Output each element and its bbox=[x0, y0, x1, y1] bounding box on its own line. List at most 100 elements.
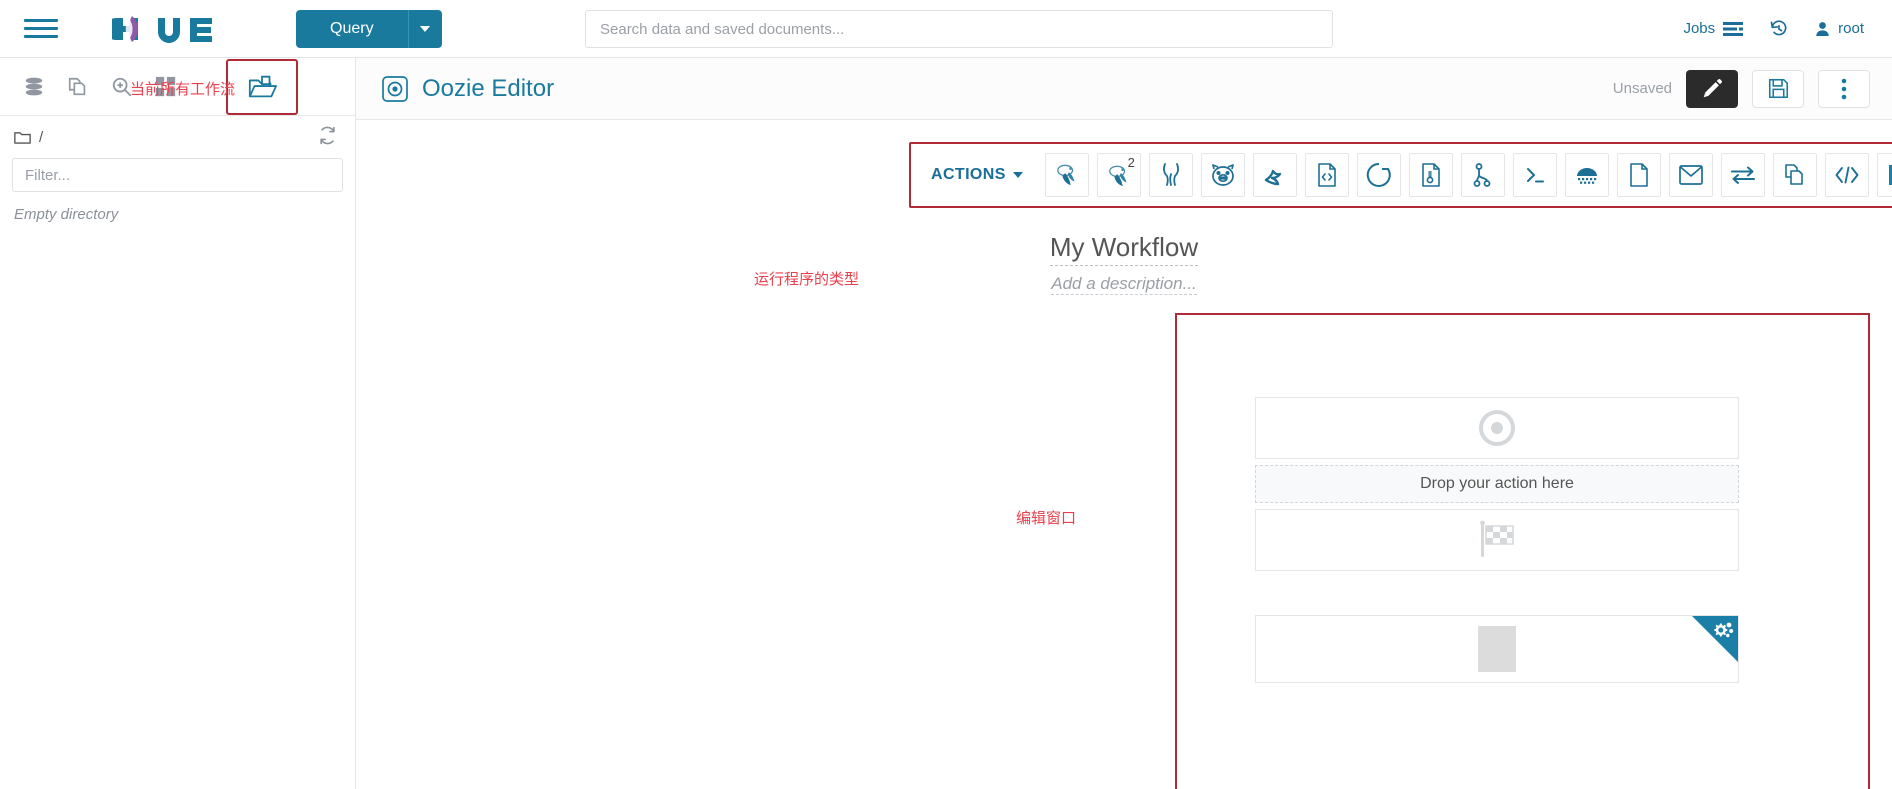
user-icon bbox=[1816, 21, 1829, 36]
action-hive[interactable] bbox=[1044, 153, 1089, 197]
kill-node[interactable] bbox=[1255, 615, 1739, 683]
editor-header-actions: Unsaved bbox=[1612, 69, 1870, 108]
search-input[interactable] bbox=[585, 10, 1333, 48]
drop-zone[interactable]: Drop your action here bbox=[1255, 465, 1739, 503]
open-folder-icon bbox=[248, 75, 277, 97]
gears-icon bbox=[1712, 621, 1734, 646]
checkered-flag-icon bbox=[1480, 520, 1514, 557]
copy-docs-icon bbox=[1785, 164, 1803, 185]
folder-icon bbox=[14, 131, 31, 144]
action-email[interactable] bbox=[1668, 153, 1713, 197]
breadcrumb: / bbox=[0, 116, 355, 158]
sidebar-item-files[interactable] bbox=[226, 58, 298, 115]
start-node[interactable] bbox=[1255, 397, 1739, 459]
stop-square-icon bbox=[1888, 165, 1892, 185]
save-button[interactable] bbox=[1752, 69, 1804, 108]
actions-annotation: 运行程序的类型 bbox=[754, 271, 860, 288]
documents-icon bbox=[68, 77, 86, 95]
action-generic[interactable] bbox=[1824, 153, 1869, 197]
drop-zone-text: Drop your action here bbox=[1420, 475, 1574, 492]
action-sqoop[interactable] bbox=[1356, 153, 1401, 197]
action-pig[interactable] bbox=[1200, 153, 1245, 197]
hue-logo[interactable] bbox=[112, 12, 224, 46]
impala-icon bbox=[1162, 163, 1179, 186]
refresh-icon[interactable] bbox=[318, 126, 337, 149]
workflow-description[interactable]: Add a description... bbox=[1051, 274, 1197, 295]
jobs-label: Jobs bbox=[1683, 20, 1716, 37]
chevron-down-icon bbox=[420, 25, 431, 32]
transfer-icon bbox=[1730, 166, 1755, 184]
breadcrumb-path[interactable]: / bbox=[39, 129, 43, 146]
action-fs[interactable] bbox=[1616, 153, 1661, 197]
mapreduce-icon bbox=[1576, 168, 1597, 184]
page-title: Oozie Editor bbox=[382, 75, 554, 103]
hive-icon bbox=[1056, 164, 1075, 186]
canvas-annotation: 编辑窗口 bbox=[1016, 510, 1077, 527]
workflow-name[interactable]: My Workflow bbox=[1049, 232, 1199, 266]
action-hive-server2[interactable]: 2 bbox=[1096, 153, 1141, 197]
jobs-icon bbox=[1723, 21, 1744, 36]
spark-icon bbox=[1264, 169, 1282, 186]
app-body: 当前所有工作流 / Filter... Empty directory Oozi… bbox=[0, 58, 1892, 789]
more-options-button[interactable] bbox=[1818, 69, 1870, 108]
action-kill[interactable] bbox=[1876, 153, 1892, 197]
code-icon bbox=[1835, 166, 1859, 184]
main-content: Oozie Editor Unsaved 运行程序的类型 ACTIONS 2 M… bbox=[356, 58, 1892, 789]
oozie-icon bbox=[382, 75, 408, 102]
nav-right-group: Jobs root bbox=[1683, 19, 1892, 39]
distcp-file-icon bbox=[1422, 163, 1440, 187]
history-icon bbox=[1770, 19, 1787, 35]
action-impala[interactable] bbox=[1148, 153, 1193, 197]
floppy-disk-icon bbox=[1768, 78, 1788, 99]
left-assist-panel: 当前所有工作流 / Filter... Empty directory bbox=[0, 58, 356, 789]
action-streaming[interactable] bbox=[1720, 153, 1765, 197]
database-icon bbox=[25, 77, 43, 95]
edit-button[interactable] bbox=[1686, 69, 1738, 108]
workflow-title-block: My Workflow Add a description... bbox=[356, 232, 1892, 295]
fork-icon bbox=[1473, 163, 1491, 187]
action-distcp[interactable] bbox=[1408, 153, 1453, 197]
history-nav-item[interactable] bbox=[1769, 19, 1789, 39]
query-button[interactable]: Query bbox=[296, 9, 408, 48]
action-fork[interactable] bbox=[1460, 153, 1505, 197]
hue-logo-icon bbox=[112, 15, 212, 43]
query-dropdown-button[interactable] bbox=[407, 9, 442, 48]
action-subworkflow[interactable] bbox=[1772, 153, 1817, 197]
pencil-icon bbox=[1703, 78, 1722, 97]
hue-app-window: Query Jobs bbox=[0, 0, 1892, 789]
sidebar-item-databases[interactable] bbox=[14, 67, 54, 107]
action-shell[interactable] bbox=[1512, 153, 1557, 197]
empty-directory-message: Empty directory bbox=[14, 206, 119, 223]
jobs-nav-item[interactable]: Jobs bbox=[1683, 20, 1744, 37]
workflow-canvas-wrap: 编辑窗口 Drop your action here bbox=[356, 313, 1892, 789]
workflow-canvas[interactable]: Drop your action here bbox=[1175, 313, 1870, 789]
gears-glyph bbox=[1714, 622, 1734, 638]
hamburger-menu-icon[interactable] bbox=[24, 12, 58, 46]
kill-node-settings-button[interactable] bbox=[1692, 616, 1738, 662]
status-badge: Unsaved bbox=[1612, 80, 1672, 97]
action-spark[interactable] bbox=[1252, 153, 1297, 197]
shell-icon bbox=[1526, 168, 1544, 183]
assist-annotation: 当前所有工作流 bbox=[130, 81, 236, 98]
query-button-group: Query bbox=[296, 9, 442, 48]
actions-dropdown[interactable]: ACTIONS bbox=[921, 166, 1041, 184]
java-xml-icon bbox=[1318, 163, 1336, 187]
user-nav-item[interactable]: root bbox=[1815, 20, 1864, 37]
oozie-glyph bbox=[382, 75, 408, 102]
end-node[interactable] bbox=[1255, 509, 1739, 571]
filter-input[interactable] bbox=[12, 158, 343, 192]
action-java[interactable] bbox=[1304, 153, 1349, 197]
filter-wrap bbox=[0, 158, 355, 192]
action-mapreduce[interactable] bbox=[1564, 153, 1609, 197]
start-circle-icon bbox=[1479, 410, 1515, 446]
email-icon bbox=[1678, 165, 1703, 185]
workflow-nodes: Drop your action here bbox=[1255, 397, 1739, 571]
assist-icon-bar: 当前所有工作流 bbox=[0, 58, 355, 116]
top-navigation-bar: Query Jobs bbox=[0, 0, 1892, 58]
sidebar-item-documents[interactable] bbox=[58, 67, 98, 107]
chevron-down-icon bbox=[1012, 172, 1023, 178]
hive2-superscript: 2 bbox=[1127, 155, 1135, 170]
sqoop-circle-icon bbox=[1366, 162, 1391, 187]
actions-label-text: ACTIONS bbox=[931, 166, 1006, 183]
editor-header: Oozie Editor Unsaved bbox=[356, 58, 1892, 120]
